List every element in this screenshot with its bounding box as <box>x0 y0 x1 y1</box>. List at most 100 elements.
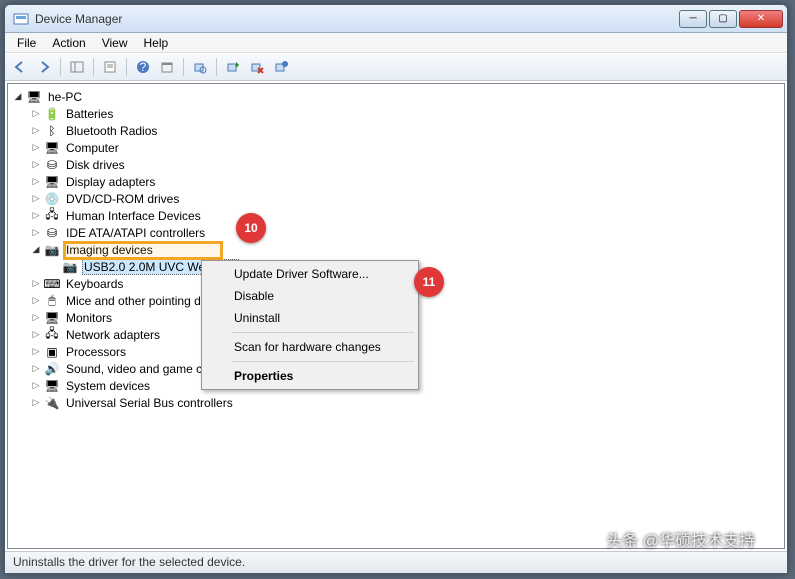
device-icon: 🖥 <box>44 174 60 190</box>
tree-node[interactable]: ▷🖥 Display adapters <box>30 173 784 190</box>
tree-node[interactable]: ▷🔌 Universal Serial Bus controllers <box>30 394 784 411</box>
menubar: File Action View Help <box>5 33 787 53</box>
device-icon: ⛁ <box>44 157 60 173</box>
titlebar[interactable]: Device Manager ─ ▢ ✕ <box>5 5 787 33</box>
device-icon: 🖥 <box>26 89 42 105</box>
collapse-icon[interactable]: ◢ <box>12 91 24 103</box>
help-button[interactable]: ? <box>132 56 154 78</box>
update-driver-button[interactable] <box>222 56 244 78</box>
status-text: Uninstalls the driver for the selected d… <box>13 555 245 569</box>
toolbar-separator <box>183 58 184 76</box>
expand-icon[interactable]: ▷ <box>30 210 42 222</box>
node-label[interactable]: Processors <box>64 345 128 359</box>
window-buttons: ─ ▢ ✕ <box>677 10 783 28</box>
device-icon: 🖧 <box>44 327 60 343</box>
node-label[interactable]: Display adapters <box>64 175 157 189</box>
context-menu: Update Driver Software... Disable Uninst… <box>201 260 419 390</box>
expand-icon[interactable]: ▷ <box>30 176 42 188</box>
ctx-scan[interactable]: Scan for hardware changes <box>204 336 416 358</box>
device-icon: 🔋 <box>44 106 60 122</box>
menu-view[interactable]: View <box>94 34 136 52</box>
node-label[interactable]: Bluetooth Radios <box>64 124 159 138</box>
no-expander <box>48 261 60 273</box>
device-icon: 🖥 <box>44 140 60 156</box>
node-label[interactable]: he-PC <box>46 90 84 104</box>
node-label[interactable]: Human Interface Devices <box>64 209 203 223</box>
back-button[interactable] <box>9 56 31 78</box>
device-icon: 📷 <box>44 242 60 258</box>
device-icon: ▣ <box>44 344 60 360</box>
expand-icon[interactable]: ▷ <box>30 278 42 290</box>
toolbar-separator <box>216 58 217 76</box>
toolbar-separator <box>126 58 127 76</box>
device-icon: ⛁ <box>44 225 60 241</box>
expand-icon[interactable]: ▷ <box>30 397 42 409</box>
node-label[interactable]: Imaging devices <box>64 243 155 257</box>
menu-action[interactable]: Action <box>44 34 93 52</box>
watermark: 头条 @华硕技术支持 <box>606 527 755 551</box>
scan-hardware-button[interactable] <box>189 56 211 78</box>
expand-icon[interactable]: ▷ <box>30 193 42 205</box>
expand-icon[interactable]: ▷ <box>30 125 42 137</box>
tree-node[interactable]: ▷⛁ Disk drives <box>30 156 784 173</box>
device-icon: 🖧 <box>44 208 60 224</box>
toolbar-separator <box>93 58 94 76</box>
device-tree[interactable]: ◢🖥he-PC▷🔋Batteries▷ᛒBluetooth Radios▷🖥Co… <box>7 83 785 549</box>
expand-icon[interactable]: ▷ <box>30 346 42 358</box>
maximize-button[interactable]: ▢ <box>709 10 737 28</box>
node-label[interactable]: System devices <box>64 379 152 393</box>
svg-text:?: ? <box>140 60 147 74</box>
tree-node[interactable]: ▷ᛒ Bluetooth Radios <box>30 122 784 139</box>
collapse-icon[interactable]: ◢ <box>30 244 42 256</box>
ctx-separator <box>232 361 414 362</box>
statusbar: Uninstalls the driver for the selected d… <box>5 551 787 573</box>
expand-icon[interactable]: ▷ <box>30 312 42 324</box>
tree-node[interactable]: ▷⛁ IDE ATA/ATAPI controllers <box>30 224 784 241</box>
node-label[interactable]: Monitors <box>64 311 114 325</box>
node-label[interactable]: Disk drives <box>64 158 127 172</box>
expand-icon[interactable]: ▷ <box>30 227 42 239</box>
menu-file[interactable]: File <box>9 34 44 52</box>
ctx-disable[interactable]: Disable <box>204 285 416 307</box>
action-button[interactable] <box>156 56 178 78</box>
forward-button[interactable] <box>33 56 55 78</box>
device-icon: ᛒ <box>44 123 60 139</box>
ctx-properties[interactable]: Properties <box>204 365 416 387</box>
device-icon: 🔌 <box>44 395 60 411</box>
callout-10: 10 <box>236 213 266 243</box>
tree-node[interactable]: ▷💿DVD/CD-ROM drives <box>30 190 784 207</box>
tree-node[interactable]: ◢📷 Imaging devices <box>30 241 784 258</box>
device-icon: ⌨ <box>44 276 60 292</box>
ctx-uninstall[interactable]: Uninstall <box>204 307 416 329</box>
expand-icon[interactable]: ▷ <box>30 329 42 341</box>
ctx-update-driver[interactable]: Update Driver Software... <box>204 263 416 285</box>
node-label[interactable]: Network adapters <box>64 328 162 342</box>
node-label[interactable]: Computer <box>64 141 121 155</box>
tree-node[interactable]: ▷🔋 Batteries <box>30 105 784 122</box>
node-label[interactable]: Batteries <box>64 107 115 121</box>
node-label[interactable]: IDE ATA/ATAPI controllers <box>64 226 207 240</box>
menu-help[interactable]: Help <box>136 34 177 52</box>
device-icon: 🖱 <box>44 293 60 309</box>
expand-icon[interactable]: ▷ <box>30 142 42 154</box>
node-label[interactable]: DVD/CD-ROM drives <box>64 192 181 206</box>
device-icon: 📷 <box>62 259 78 275</box>
device-icon: 🔊 <box>44 361 60 377</box>
expand-icon[interactable]: ▷ <box>30 380 42 392</box>
uninstall-button[interactable] <box>246 56 268 78</box>
close-button[interactable]: ✕ <box>739 10 783 28</box>
tree-node[interactable]: ◢🖥 he-PC <box>12 88 784 105</box>
expand-icon[interactable]: ▷ <box>30 363 42 375</box>
disable-button[interactable] <box>270 56 292 78</box>
expand-icon[interactable]: ▷ <box>30 159 42 171</box>
properties-button[interactable] <box>99 56 121 78</box>
tree-node[interactable]: ▷🖧 Human Interface Devices <box>30 207 784 224</box>
minimize-button[interactable]: ─ <box>679 10 707 28</box>
show-hide-tree-button[interactable] <box>66 56 88 78</box>
tree-node[interactable]: ▷🖥 Computer <box>30 139 784 156</box>
device-icon: 🖥 <box>44 378 60 394</box>
node-label[interactable]: Keyboards <box>64 277 125 291</box>
node-label[interactable]: Universal Serial Bus controllers <box>64 396 235 410</box>
expand-icon[interactable]: ▷ <box>30 108 42 120</box>
expand-icon[interactable]: ▷ <box>30 295 42 307</box>
